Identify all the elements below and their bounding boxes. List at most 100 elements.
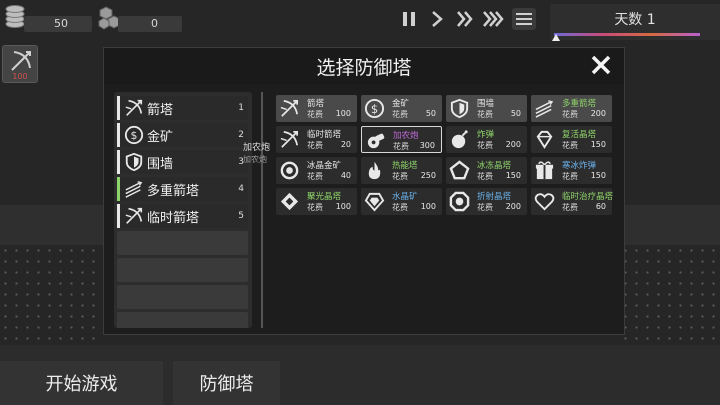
tower-icon: $ [364,98,385,119]
flame-icon [368,161,381,180]
tower-card[interactable]: 临时治疗晶塔 花费 60 [531,188,613,215]
tower-cost-value: 300 [419,141,435,150]
tower-cost-label: 花费 [307,141,323,150]
tower-card[interactable]: 复活晶塔 花费 150 [531,126,612,153]
tower-name: 加农炮 [393,131,419,141]
hotbar-slot-empty[interactable] [117,231,248,255]
tower-cost-label: 花费 [477,110,493,119]
play-icon [432,11,443,27]
tower-icon [364,160,385,181]
tower-cost-label: 花费 [392,110,408,119]
hotbar-slot-5[interactable]: 临时箭塔 5 [117,204,248,228]
slot-indicator [117,150,120,174]
panel-divider [261,92,263,328]
tower-card[interactable]: 箭塔 花费 100 [276,95,357,122]
slot-number: 4 [238,184,244,194]
tower-card[interactable]: $ 金矿 花费 50 [361,95,442,122]
heart-icon [534,193,555,211]
tower-tooltip: 加农炮 加农炮 [243,140,270,165]
tower-cost-value: 60 [595,202,606,211]
diamond-icon [280,192,299,211]
slot-icon [124,179,144,199]
tower-card[interactable]: 寒冰炸弹 花费 150 [531,157,612,184]
bow-icon [125,207,143,224]
tower-card[interactable]: 聚光晶塔 花费 100 [276,188,357,215]
tower-icon [279,191,300,212]
tower-name: 聚光晶塔 [307,192,342,202]
tower-cost-label: 花费 [477,141,493,150]
side-tower-card[interactable]: 100 [2,45,38,83]
tower-card[interactable]: 炸弹 花费 200 [446,126,527,153]
tower-icon [279,160,300,181]
tower-cost-label: 花费 [477,203,493,212]
hotbar-slot-1[interactable]: 箭塔 1 [117,96,248,120]
tower-select-dialog: 选择防御塔 箭塔 1 $ 金矿 2 围墙 3 多重箭塔 4 临时箭塔 5 箭塔 花费 100 $ 金矿 花费 5… [103,47,625,335]
octagon-icon [449,191,470,212]
dialog-header: 选择防御塔 [104,48,624,84]
tower-cost-value: 50 [425,109,436,118]
towers-button[interactable]: 防御塔 [173,361,280,405]
close-button[interactable] [588,52,614,78]
tower-icon [279,129,300,150]
tower-cost-label: 花费 [392,172,408,181]
fast-forward-icon [457,11,473,27]
slot-number: 2 [238,130,244,140]
slot-icon: $ [124,125,144,145]
tower-cost-label: 花费 [307,172,323,181]
tower-name: 折射晶塔 [477,192,512,202]
day-marker [552,34,560,41]
svg-text:$: $ [371,102,378,116]
hotbar-slot-empty[interactable] [117,312,248,328]
tower-card[interactable]: 临时箭塔 花费 20 [276,126,357,153]
tower-icon [534,160,555,181]
tower-name: 冰冻晶塔 [477,161,512,171]
tower-cost-value: 250 [420,171,436,180]
tower-cost-value: 150 [590,171,606,180]
pause-button[interactable] [398,8,420,30]
tower-card[interactable]: 水晶矿 花费 100 [361,188,442,215]
hotbar-panel: 箭塔 1 $ 金矿 2 围墙 3 多重箭塔 4 临时箭塔 5 [114,92,252,328]
resource-crystal: 0 [98,4,184,34]
hotbar-slot-empty[interactable] [117,285,248,309]
close-icon [591,55,611,75]
hotbar-slot-empty[interactable] [117,258,248,282]
slot-icon [124,98,144,118]
play-button[interactable] [426,8,448,30]
slot-number: 1 [238,103,244,113]
menu-button[interactable] [512,8,536,30]
fastest-forward-button[interactable] [483,8,505,30]
tower-card[interactable]: 加农炮 花费 300 [361,126,442,153]
slot-label: 临时箭塔 [147,211,200,226]
tower-icon [364,191,385,212]
tower-name: 水晶矿 [392,192,418,202]
fast-forward-button[interactable] [454,8,476,30]
tower-card[interactable]: 热能塔 花费 250 [361,157,442,184]
multi-arrow-icon [535,100,554,118]
hotbar-slot-3[interactable]: 围墙 3 [117,150,248,174]
tower-name: 复活晶塔 [562,130,597,140]
slot-number: 5 [238,211,244,221]
hotbar-slot-4[interactable]: 多重箭塔 4 [117,177,248,201]
bomb-icon [451,130,468,149]
tower-name: 热能塔 [392,161,418,171]
tower-cost-value: 100 [335,109,351,118]
tower-card[interactable]: 围墙 花费 50 [446,95,527,122]
bow-icon [280,131,298,148]
tower-card[interactable]: 冰冻晶塔 花费 150 [446,157,527,184]
slot-icon [124,152,144,172]
tower-card[interactable]: 折射晶塔 花费 200 [446,188,527,215]
tower-name: 金矿 [392,99,410,109]
tower-cost-label: 花费 [562,203,578,212]
tower-card[interactable]: 多重箭塔 花费 200 [531,95,612,122]
shield-icon [125,152,143,172]
tower-cost-label: 花费 [393,142,409,151]
hotbar-slot-2[interactable]: $ 金矿 2 [117,123,248,147]
slot-indicator [117,177,120,201]
start-game-button[interactable]: 开始游戏 [0,361,163,405]
tower-cost-value: 50 [510,109,521,118]
tooltip-title: 加农炮 [243,143,271,153]
bow-icon [11,51,31,71]
tower-card[interactable]: 冰晶金矿 花费 40 [276,157,357,184]
menu-icon [516,13,532,25]
tower-cost-value: 150 [505,171,521,180]
